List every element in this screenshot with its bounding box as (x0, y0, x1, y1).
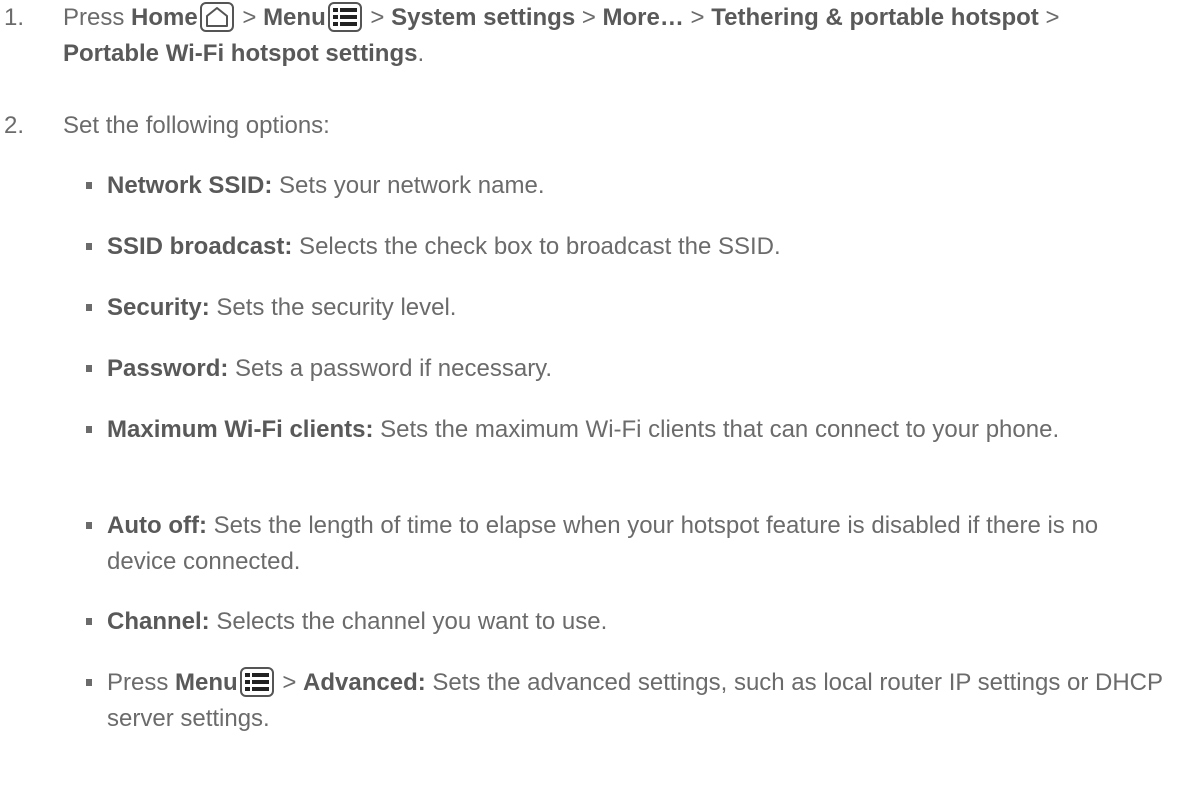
document-page: 1. Press Home > Menu > System settings >… (0, 0, 1180, 804)
step-number: 1. (4, 4, 25, 31)
more-label: More… (602, 4, 684, 31)
option-term: Security: (107, 294, 210, 321)
separator: > (363, 4, 392, 31)
menu-icon (327, 2, 362, 32)
option-description: Sets the length of time to elapse when y… (107, 512, 1099, 575)
list-item-text: Channel: Selects the channel you want to… (107, 604, 1167, 640)
menu-icon (239, 667, 274, 697)
option-description: Selects the channel you want to use. (209, 608, 608, 635)
step-2-text: Set the following options: (63, 112, 330, 139)
bullet-marker (86, 365, 92, 372)
list-item-text: Maximum Wi-Fi clients: Sets the maximum … (107, 412, 1167, 448)
option-term: Network SSID: (107, 172, 273, 199)
option-term: Advanced: (303, 669, 426, 696)
option-description: Selects the check box to broadcast the S… (292, 233, 781, 260)
press-text: Press (63, 4, 132, 31)
list-item-text: Press Menu > Advanced: Sets the advanced… (107, 665, 1167, 737)
menu-label: Menu (263, 4, 326, 31)
press-text: Press (107, 669, 176, 696)
separator: > (575, 4, 603, 31)
separator: > (1038, 4, 1060, 31)
bullet-marker (86, 304, 92, 311)
separator: > (235, 4, 264, 31)
option-description: Sets the security level. (209, 294, 457, 321)
option-description: Sets the maximum Wi-Fi clients that can … (373, 416, 1060, 443)
separator: > (683, 4, 712, 31)
portable-hotspot-label: Portable Wi-Fi hotspot settings (63, 40, 418, 67)
step-1-text: Press Home > Menu > System settings > Mo… (63, 0, 1143, 72)
list-item-text: Password: Sets a password if necessary. (107, 351, 1167, 387)
option-description: Sets your network name. (272, 172, 545, 199)
list-item-text: SSID broadcast: Selects the check box to… (107, 229, 1167, 265)
list-item-text: Network SSID: Sets your network name. (107, 168, 1167, 204)
option-description: Sets a password if necessary. (228, 355, 553, 382)
bullet-marker (86, 426, 92, 433)
option-term: Maximum Wi-Fi clients: (107, 416, 374, 443)
separator: > (275, 669, 304, 696)
option-term: SSID broadcast: (107, 233, 293, 260)
bullet-marker (86, 243, 92, 250)
step-number: 2. (4, 112, 25, 139)
bullet-marker (86, 679, 92, 686)
list-item-text: Auto off: Sets the length of time to ela… (107, 508, 1167, 580)
bullet-marker (86, 522, 92, 529)
option-term: Channel: (107, 608, 210, 635)
home-icon (199, 2, 234, 32)
system-settings-label: System settings (391, 4, 576, 31)
home-label: Home (131, 4, 198, 31)
bullet-marker (86, 618, 92, 625)
period: . (417, 40, 425, 67)
option-term: Auto off: (107, 512, 207, 539)
option-term: Password: (107, 355, 229, 382)
bullet-marker (86, 182, 92, 189)
menu-label: Menu (175, 669, 238, 696)
tethering-label: Tethering & portable hotspot (711, 4, 1039, 31)
list-item-text: Security: Sets the security level. (107, 290, 1167, 326)
